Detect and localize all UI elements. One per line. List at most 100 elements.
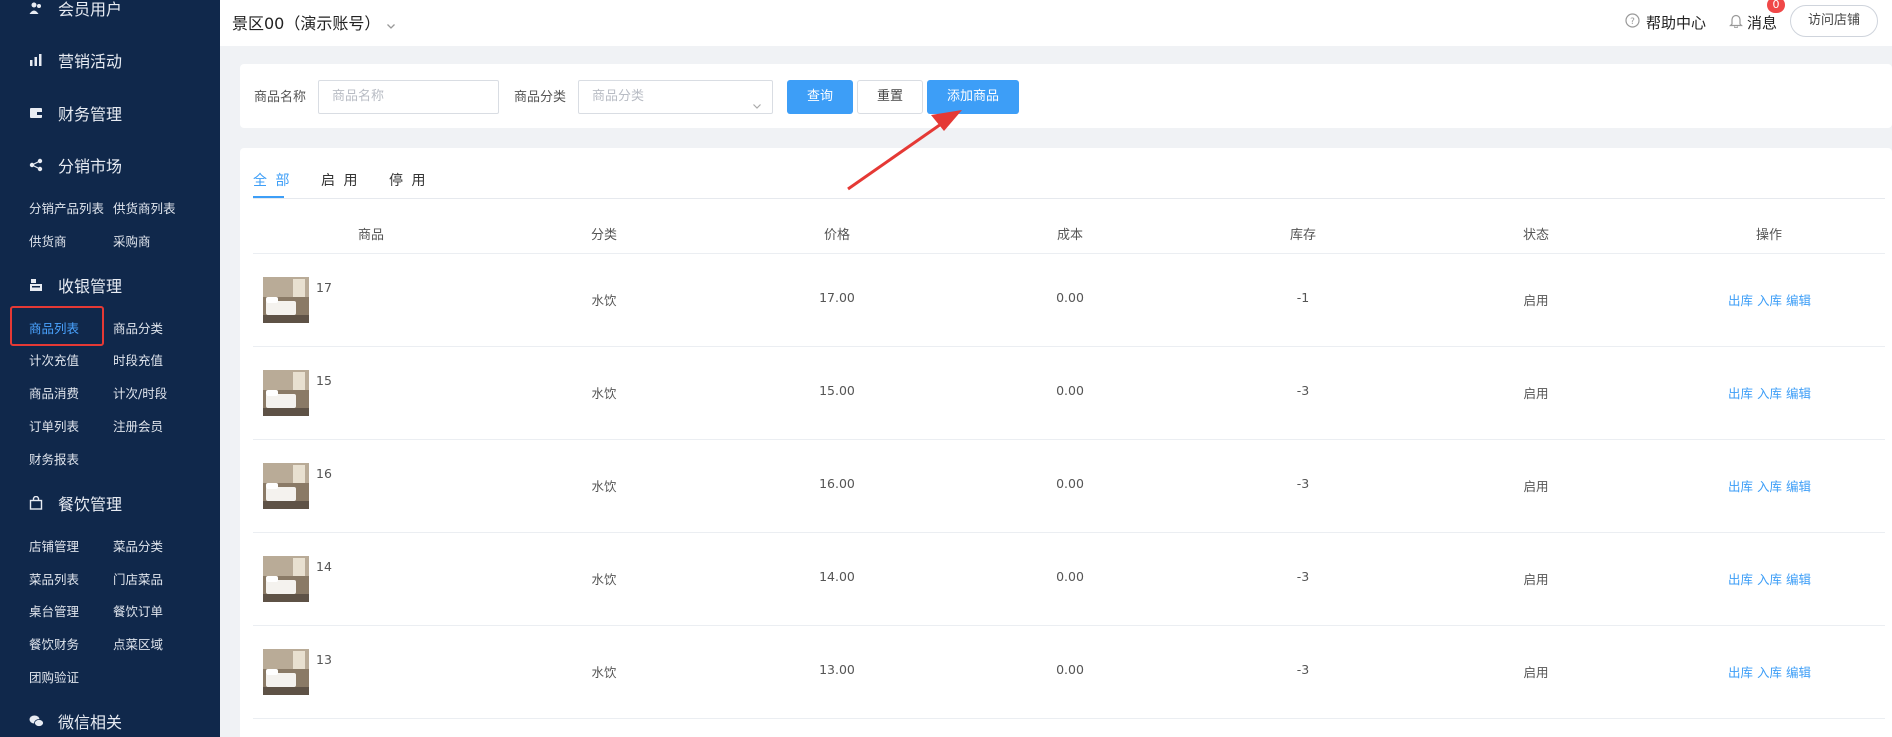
sidebar-item-count-recharge[interactable]: 计次充值 xyxy=(29,350,79,372)
sidebar-item-supplier-list[interactable]: 供货商列表 xyxy=(113,198,176,220)
column-header-price: 价格 xyxy=(823,228,851,243)
sidebar-item-store-dishes[interactable]: 门店菜品 xyxy=(113,569,163,591)
sidebar-item-product-list[interactable]: 商品列表 xyxy=(29,318,79,340)
product-name: 17 xyxy=(316,280,332,295)
row-actions: 出库 入库 编辑 xyxy=(1728,476,1811,495)
sidebar-group-label: 营销活动 xyxy=(58,52,123,71)
chevron-down-icon[interactable] xyxy=(386,16,396,29)
sidebar-item-group-verify[interactable]: 团购验证 xyxy=(29,667,79,689)
reset-button[interactable]: 重置 xyxy=(857,80,923,114)
product-cost: 0.00 xyxy=(1056,290,1084,305)
stock-out-link[interactable]: 出库 xyxy=(1728,290,1753,309)
column-header-cost: 成本 xyxy=(1056,228,1084,243)
edit-link[interactable]: 编辑 xyxy=(1786,662,1811,681)
sidebar-item-order-list[interactable]: 订单列表 xyxy=(29,416,79,438)
product-category: 水饮 xyxy=(591,572,617,587)
product-name-label: 商品名称 xyxy=(254,90,307,105)
sidebar-item-product-category[interactable]: 商品分类 xyxy=(113,318,163,340)
tab-enabled[interactable]: 启 用 xyxy=(321,170,359,190)
product-price: 13.00 xyxy=(819,662,855,677)
stock-out-link[interactable]: 出库 xyxy=(1728,476,1753,495)
share-icon xyxy=(28,157,44,173)
sidebar-group-distribution[interactable]: 分销市场 xyxy=(0,145,220,185)
sidebar-item-catering-orders[interactable]: 餐饮订单 xyxy=(113,601,163,623)
tab-disabled[interactable]: 停 用 xyxy=(389,170,427,190)
svg-text:?: ? xyxy=(1630,17,1635,27)
stock-in-link[interactable]: 入库 xyxy=(1757,383,1782,402)
stock-in-link[interactable]: 入库 xyxy=(1757,476,1782,495)
tab-all[interactable]: 全 部 xyxy=(253,170,291,190)
sidebar-item-table-management[interactable]: 桌台管理 xyxy=(29,601,79,623)
row-actions: 出库 入库 编辑 xyxy=(1728,569,1811,588)
row-divider xyxy=(253,346,1885,347)
visit-shop-button[interactable]: 访问店铺 xyxy=(1790,5,1878,37)
edit-link[interactable]: 编辑 xyxy=(1786,476,1811,495)
product-status: 启用 xyxy=(1523,665,1549,680)
sidebar-item-shop-management[interactable]: 店铺管理 xyxy=(29,536,79,558)
sidebar-item-product-consumption[interactable]: 商品消费 xyxy=(29,383,79,405)
row-actions: 出库 入库 编辑 xyxy=(1728,383,1811,402)
sidebar-item-supplier[interactable]: 供货商 xyxy=(29,231,67,253)
question-circle-icon: ? xyxy=(1625,13,1640,32)
sidebar-group-finance[interactable]: 财务管理 xyxy=(0,93,220,133)
query-button[interactable]: 查询 xyxy=(787,80,853,114)
stock-out-link[interactable]: 出库 xyxy=(1728,569,1753,588)
row-actions: 出库 入库 编辑 xyxy=(1728,290,1811,309)
sidebar-item-finance-report[interactable]: 财务报表 xyxy=(29,449,79,471)
sidebar-item-register-member[interactable]: 注册会员 xyxy=(113,416,163,438)
sidebar-group-label: 会员用户 xyxy=(58,0,123,19)
stock-out-link[interactable]: 出库 xyxy=(1728,662,1753,681)
stock-in-link[interactable]: 入库 xyxy=(1757,569,1782,588)
product-name: 14 xyxy=(316,559,332,574)
sidebar-item-period-recharge[interactable]: 时段充值 xyxy=(113,350,163,372)
product-table-panel: 全 部 启 用 停 用 商品 分类 价格 成本 库存 状态 操作 17 水饮 1… xyxy=(240,148,1892,737)
edit-link[interactable]: 编辑 xyxy=(1786,290,1811,309)
product-stock: -3 xyxy=(1296,476,1310,491)
wallet-icon xyxy=(28,105,44,121)
stock-out-link[interactable]: 出库 xyxy=(1728,383,1753,402)
sidebar-item-dish-list[interactable]: 菜品列表 xyxy=(29,569,79,591)
product-category-select[interactable]: 商品分类 xyxy=(578,80,773,114)
product-category: 水饮 xyxy=(591,665,617,680)
product-price: 14.00 xyxy=(819,569,855,584)
product-category: 水饮 xyxy=(591,386,617,401)
product-status: 启用 xyxy=(1523,293,1549,308)
product-cost: 0.00 xyxy=(1056,476,1084,491)
stock-in-link[interactable]: 入库 xyxy=(1757,290,1782,309)
sidebar-group-marketing[interactable]: 营销活动 xyxy=(0,40,220,80)
tab-divider xyxy=(253,198,1885,199)
edit-link[interactable]: 编辑 xyxy=(1786,383,1811,402)
edit-link[interactable]: 编辑 xyxy=(1786,569,1811,588)
sidebar-item-distribution-products[interactable]: 分销产品列表 xyxy=(29,198,104,220)
sidebar-group-members[interactable]: 会员用户 xyxy=(0,0,220,28)
sidebar-item-catering-finance[interactable]: 餐饮财务 xyxy=(29,634,79,656)
product-stock: -3 xyxy=(1296,383,1310,398)
sidebar-item-purchaser[interactable]: 采购商 xyxy=(113,231,151,253)
account-switcher[interactable]: 景区00（演示账号） xyxy=(232,10,380,34)
wechat-icon xyxy=(28,713,44,729)
column-header-category: 分类 xyxy=(590,228,618,243)
sidebar-item-count-period[interactable]: 计次/时段 xyxy=(113,383,167,405)
stock-in-link[interactable]: 入库 xyxy=(1757,662,1782,681)
column-header-actions: 操作 xyxy=(1755,228,1783,243)
sidebar-group-wechat[interactable]: 微信相关 xyxy=(0,701,220,737)
product-status: 启用 xyxy=(1523,572,1549,587)
help-center-label: 帮助中心 xyxy=(1646,14,1707,32)
category-placeholder: 商品分类 xyxy=(592,89,645,104)
row-divider xyxy=(253,625,1885,626)
sidebar-group-label: 财务管理 xyxy=(58,105,123,124)
product-thumbnail xyxy=(263,370,309,416)
product-stock: -1 xyxy=(1296,290,1310,305)
product-category-label: 商品分类 xyxy=(514,90,567,105)
sidebar-group-catering[interactable]: 餐饮管理 xyxy=(0,483,220,523)
product-thumbnail xyxy=(263,556,309,602)
add-product-button[interactable]: 添加商品 xyxy=(927,80,1019,114)
row-divider xyxy=(253,439,1885,440)
sidebar-item-dish-category[interactable]: 菜品分类 xyxy=(113,536,163,558)
sidebar-item-order-area[interactable]: 点菜区域 xyxy=(113,634,163,656)
help-center-link[interactable]: ? 帮助中心 xyxy=(1625,12,1706,33)
product-price: 15.00 xyxy=(819,383,855,398)
sidebar-group-cashier[interactable]: 收银管理 xyxy=(0,265,220,305)
product-name-input[interactable]: 商品名称 xyxy=(318,80,499,114)
messages-link[interactable]: 消息 xyxy=(1729,12,1777,33)
